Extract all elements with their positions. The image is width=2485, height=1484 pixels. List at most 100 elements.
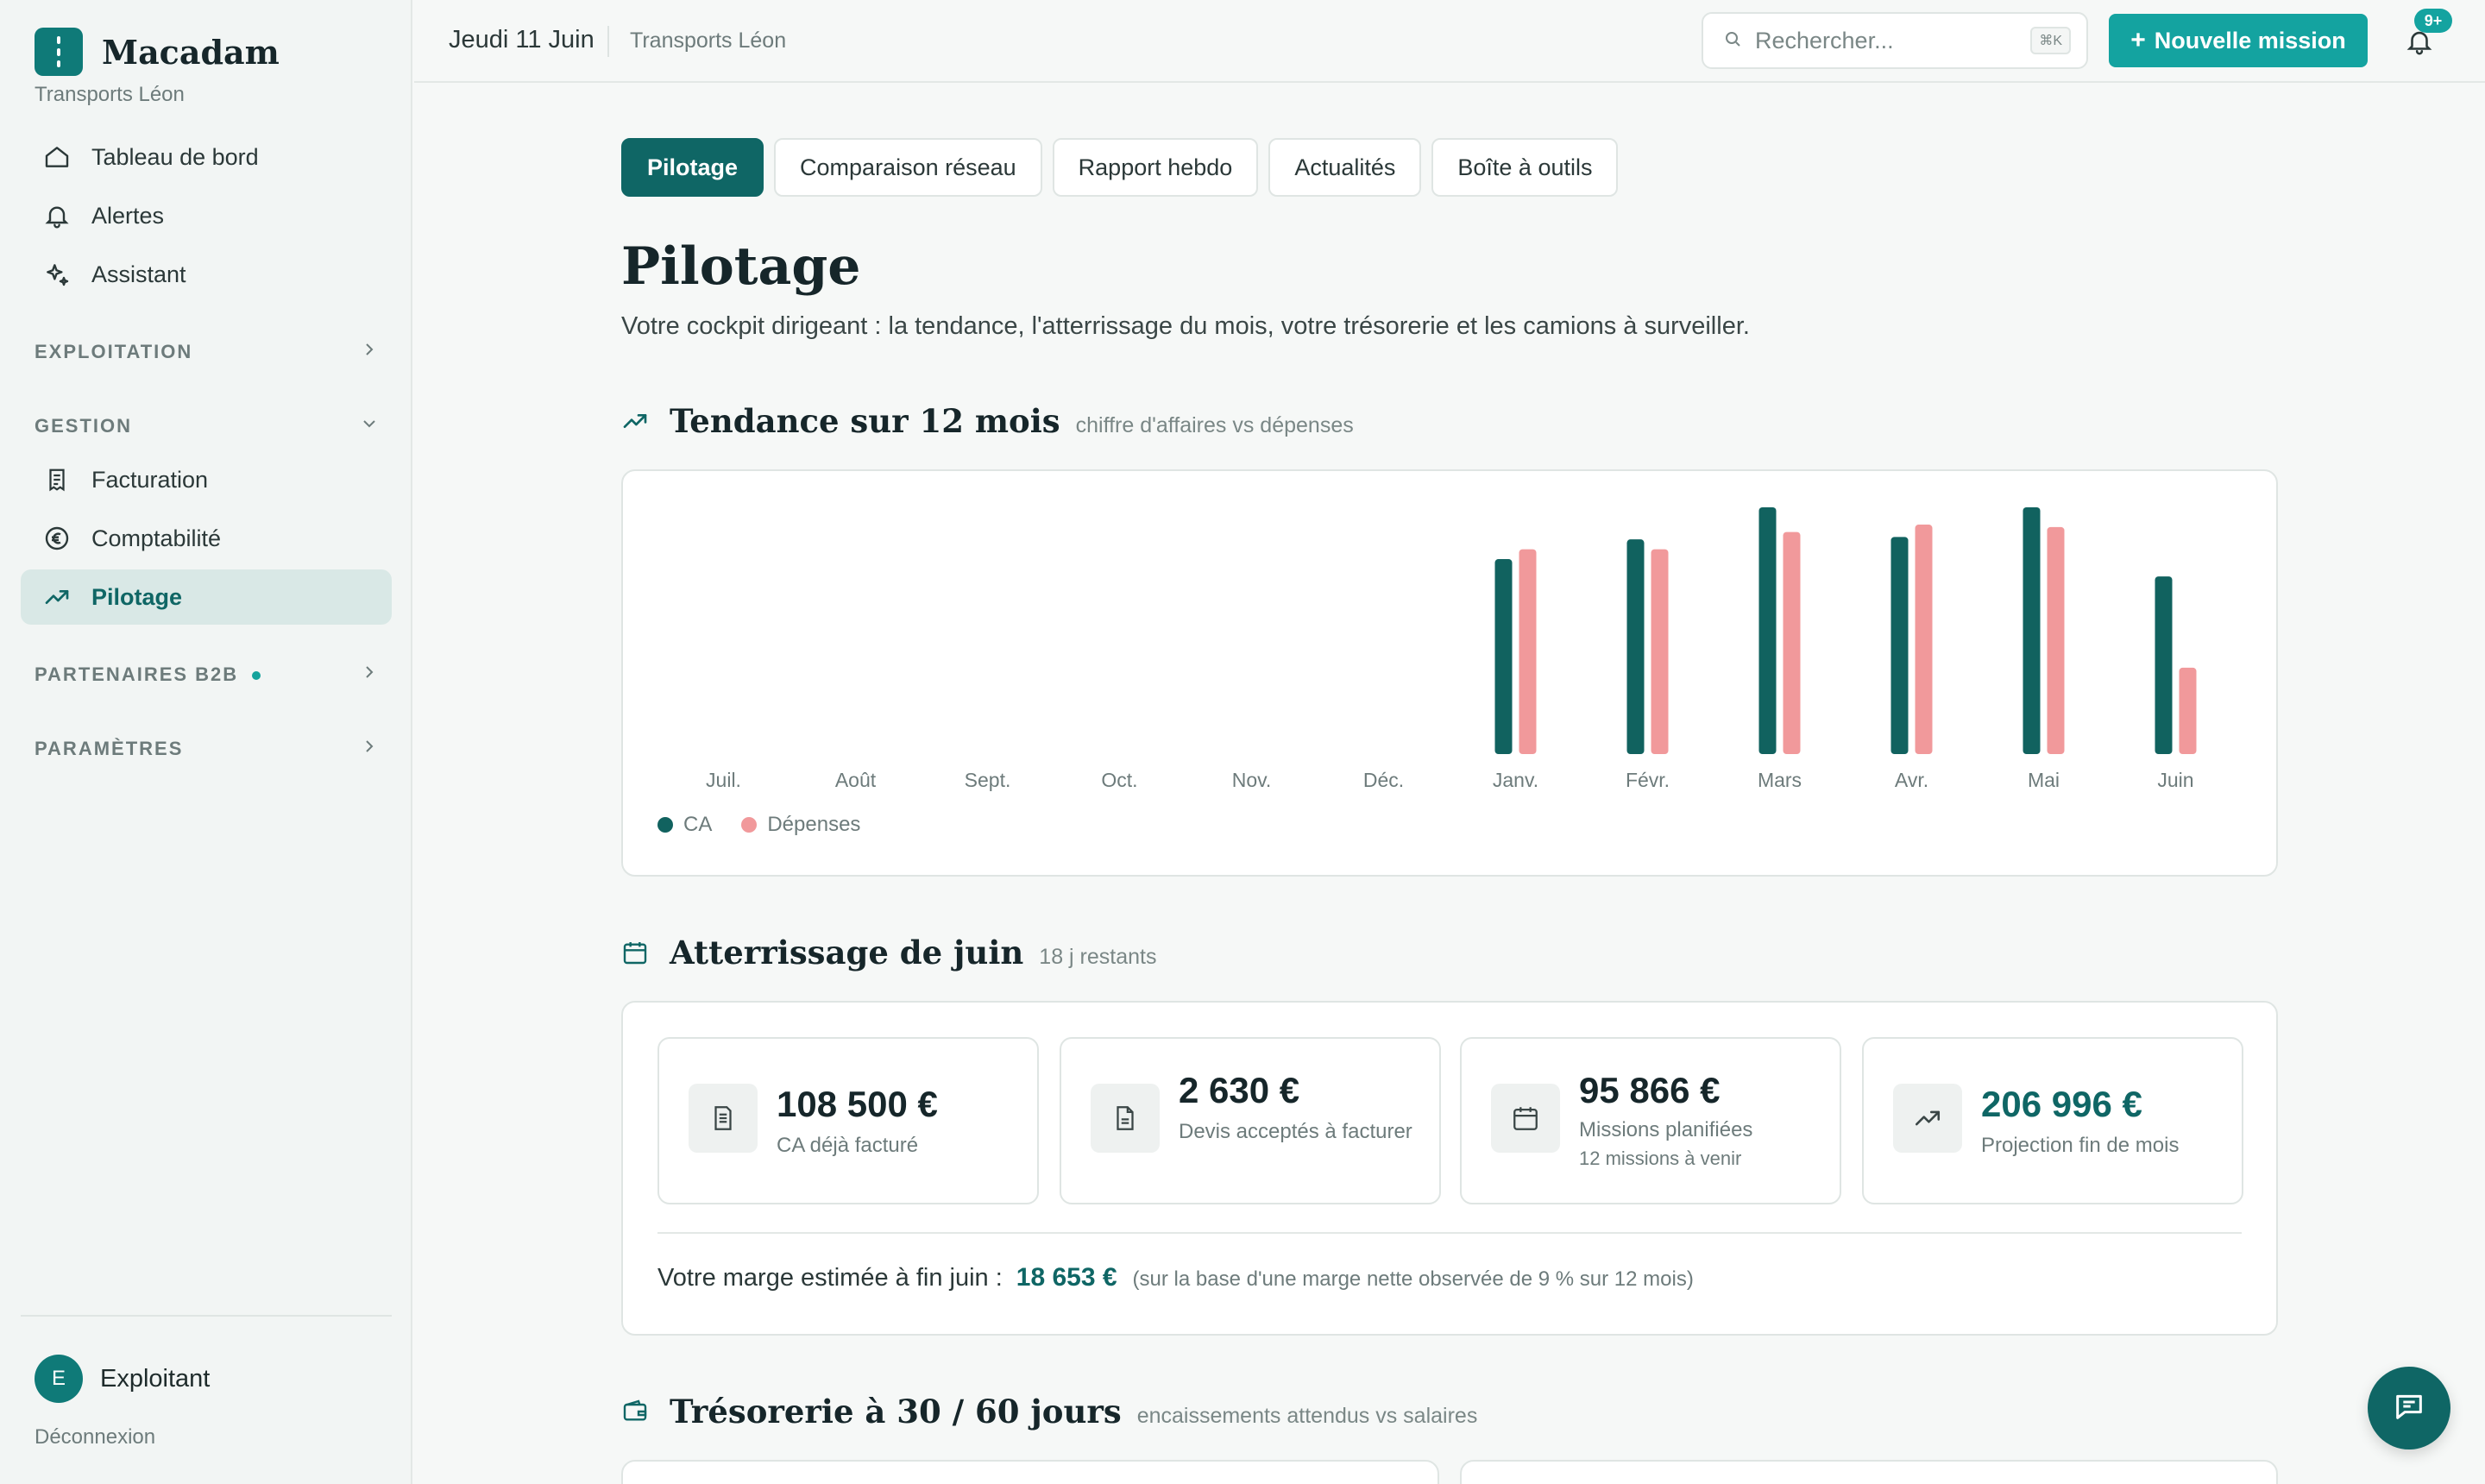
sidebar-divider bbox=[21, 1315, 392, 1317]
bar-ca-6[interactable] bbox=[1494, 559, 1513, 754]
macadam-logo-icon bbox=[35, 28, 83, 76]
chevron-right-icon bbox=[359, 736, 380, 762]
chat-button[interactable] bbox=[2368, 1367, 2450, 1449]
sidebar: Macadam Transports Léon Tableau de bord … bbox=[0, 0, 412, 1484]
logout-link[interactable]: Déconnexion bbox=[35, 1425, 155, 1449]
new-mission-button[interactable]: + Nouvelle mission bbox=[2109, 14, 2368, 67]
bar-depenses-7[interactable] bbox=[1651, 549, 1669, 754]
bar-ca-10[interactable] bbox=[2023, 507, 2041, 754]
current-date: Jeudi 11 Juin bbox=[449, 26, 595, 53]
user-name: Exploitant bbox=[100, 1364, 211, 1393]
x-tick-label: Janv. bbox=[1493, 769, 1538, 791]
trend-icon bbox=[41, 582, 72, 613]
legend-item-ca: CA bbox=[657, 813, 712, 837]
bar-ca-7[interactable] bbox=[1626, 539, 1645, 754]
search-icon bbox=[1722, 28, 1743, 53]
treasury-card-left bbox=[621, 1460, 1439, 1484]
euro-icon bbox=[41, 523, 72, 554]
page-tabs: Pilotage Comparaison réseau Rapport hebd… bbox=[621, 138, 1628, 197]
margin-value: 18 653 € bbox=[1016, 1263, 1117, 1292]
x-tick-label: Juin bbox=[2157, 769, 2193, 791]
bar-ca-11[interactable] bbox=[2155, 576, 2173, 754]
bar-ca-8[interactable] bbox=[1758, 507, 1777, 754]
tab-pilotage[interactable]: Pilotage bbox=[621, 138, 764, 197]
sidebar-item-label: Alertes bbox=[91, 202, 165, 229]
trend-icon bbox=[1893, 1084, 1962, 1153]
sidebar-item-alertes[interactable]: Alertes bbox=[21, 188, 392, 243]
kpi-value: 2 630 € bbox=[1179, 1070, 1300, 1110]
section-label: GESTION bbox=[35, 415, 133, 437]
landing-title: Atterrissage de juin bbox=[670, 934, 1024, 972]
topbar-separator bbox=[607, 26, 609, 57]
sidebar-item-pilotage[interactable]: Pilotage bbox=[21, 569, 392, 625]
kpi-label: CA déjà facturé bbox=[777, 1134, 919, 1157]
trend-section-header: Tendance sur 12 mois chiffre d'affaires … bbox=[621, 402, 1354, 440]
tab-comparaison-reseau[interactable]: Comparaison réseau bbox=[774, 138, 1042, 197]
section-label: PARAMÈTRES bbox=[35, 738, 184, 759]
kpi-subnote: 12 missions à venir bbox=[1579, 1148, 1742, 1169]
brand[interactable]: Macadam bbox=[35, 28, 280, 76]
margin-estimate: Votre marge estimée à fin juin : 18 653 … bbox=[657, 1263, 1694, 1292]
tab-rapport-hebdo[interactable]: Rapport hebdo bbox=[1052, 138, 1259, 197]
bar-depenses-8[interactable] bbox=[1783, 531, 1801, 754]
x-tick-label: Mars bbox=[1758, 769, 1802, 791]
x-tick-label: Oct. bbox=[1101, 769, 1137, 791]
x-tick-label: Nov. bbox=[1232, 769, 1272, 791]
bar-ca-9[interactable] bbox=[1890, 537, 1909, 754]
margin-label: Votre marge estimée à fin juin : bbox=[657, 1264, 1003, 1292]
wallet-icon bbox=[621, 1394, 656, 1429]
user-profile[interactable]: E Exploitant bbox=[35, 1355, 210, 1403]
sidebar-item-label: Pilotage bbox=[91, 583, 183, 610]
kpi-projection: 206 996 € Projection fin de mois bbox=[1862, 1037, 2243, 1204]
x-tick-label: Mai bbox=[2028, 769, 2060, 791]
kpi-value: 206 996 € bbox=[1981, 1084, 2142, 1124]
search-input[interactable]: Rechercher... ⌘K bbox=[1702, 12, 2088, 69]
document-icon bbox=[689, 1084, 758, 1153]
kpi-label: Projection fin de mois bbox=[1981, 1134, 2180, 1157]
treasury-note: encaissements attendus vs salaires bbox=[1136, 1404, 1478, 1428]
topbar-company: Transports Léon bbox=[630, 28, 787, 53]
avatar: E bbox=[35, 1355, 83, 1403]
bar-depenses-11[interactable] bbox=[2179, 667, 2197, 754]
trend-title: Tendance sur 12 mois bbox=[670, 402, 1060, 440]
legend-item-depenses: Dépenses bbox=[741, 813, 860, 837]
tab-boite-a-outils[interactable]: Boîte à outils bbox=[1431, 138, 1619, 197]
calendar-icon bbox=[1491, 1084, 1560, 1153]
chevron-right-icon bbox=[359, 339, 380, 365]
home-icon bbox=[41, 141, 72, 173]
bar-depenses-9[interactable] bbox=[1915, 525, 1933, 754]
section-parametres[interactable]: PARAMÈTRES bbox=[35, 732, 380, 766]
kpi-missions-planifiees: 95 866 € Missions planifiées 12 missions… bbox=[1460, 1037, 1841, 1204]
tab-actualites[interactable]: Actualités bbox=[1268, 138, 1422, 197]
x-tick-label: Févr. bbox=[1626, 769, 1670, 791]
section-gestion[interactable]: GESTION bbox=[35, 409, 380, 443]
treasury-card-right bbox=[1460, 1460, 2278, 1484]
bell-icon bbox=[41, 200, 72, 231]
invoice-icon bbox=[41, 464, 72, 495]
landing-note: 18 j restants bbox=[1039, 945, 1157, 969]
sidebar-item-label: Comptabilité bbox=[91, 525, 222, 551]
trend-icon bbox=[621, 404, 656, 438]
kpi-value: 108 500 € bbox=[777, 1084, 938, 1124]
status-dot bbox=[252, 671, 261, 681]
bar-depenses-10[interactable] bbox=[2047, 526, 2065, 754]
sidebar-item-comptabilite[interactable]: Comptabilité bbox=[21, 511, 392, 566]
sidebar-item-label: Tableau de bord bbox=[91, 143, 259, 170]
chevron-down-icon bbox=[359, 413, 380, 439]
legend-label: Dépenses bbox=[767, 813, 861, 836]
section-exploitation[interactable]: EXPLOITATION bbox=[35, 335, 380, 369]
sidebar-item-label: Facturation bbox=[91, 466, 209, 493]
legend-label: CA bbox=[683, 813, 713, 836]
bar-depenses-6[interactable] bbox=[1519, 549, 1537, 754]
x-tick-label: Avr. bbox=[1895, 769, 1928, 791]
page-subtitle: Votre cockpit dirigeant : la tendance, l… bbox=[621, 312, 1750, 340]
brand-company: Transports Léon bbox=[35, 83, 185, 106]
sidebar-item-facturation[interactable]: Facturation bbox=[21, 452, 392, 507]
chat-icon bbox=[2392, 1389, 2426, 1428]
sidebar-item-assistant[interactable]: Assistant bbox=[21, 247, 392, 302]
treasury-section-header: Trésorerie à 30 / 60 jours encaissements… bbox=[621, 1393, 1477, 1431]
legend-swatch bbox=[741, 817, 758, 833]
section-partenaires-b2b[interactable]: PARTENAIRES B2B bbox=[35, 657, 380, 692]
sidebar-item-tableau-de-bord[interactable]: Tableau de bord bbox=[21, 129, 392, 185]
x-tick-label: Déc. bbox=[1363, 769, 1404, 791]
